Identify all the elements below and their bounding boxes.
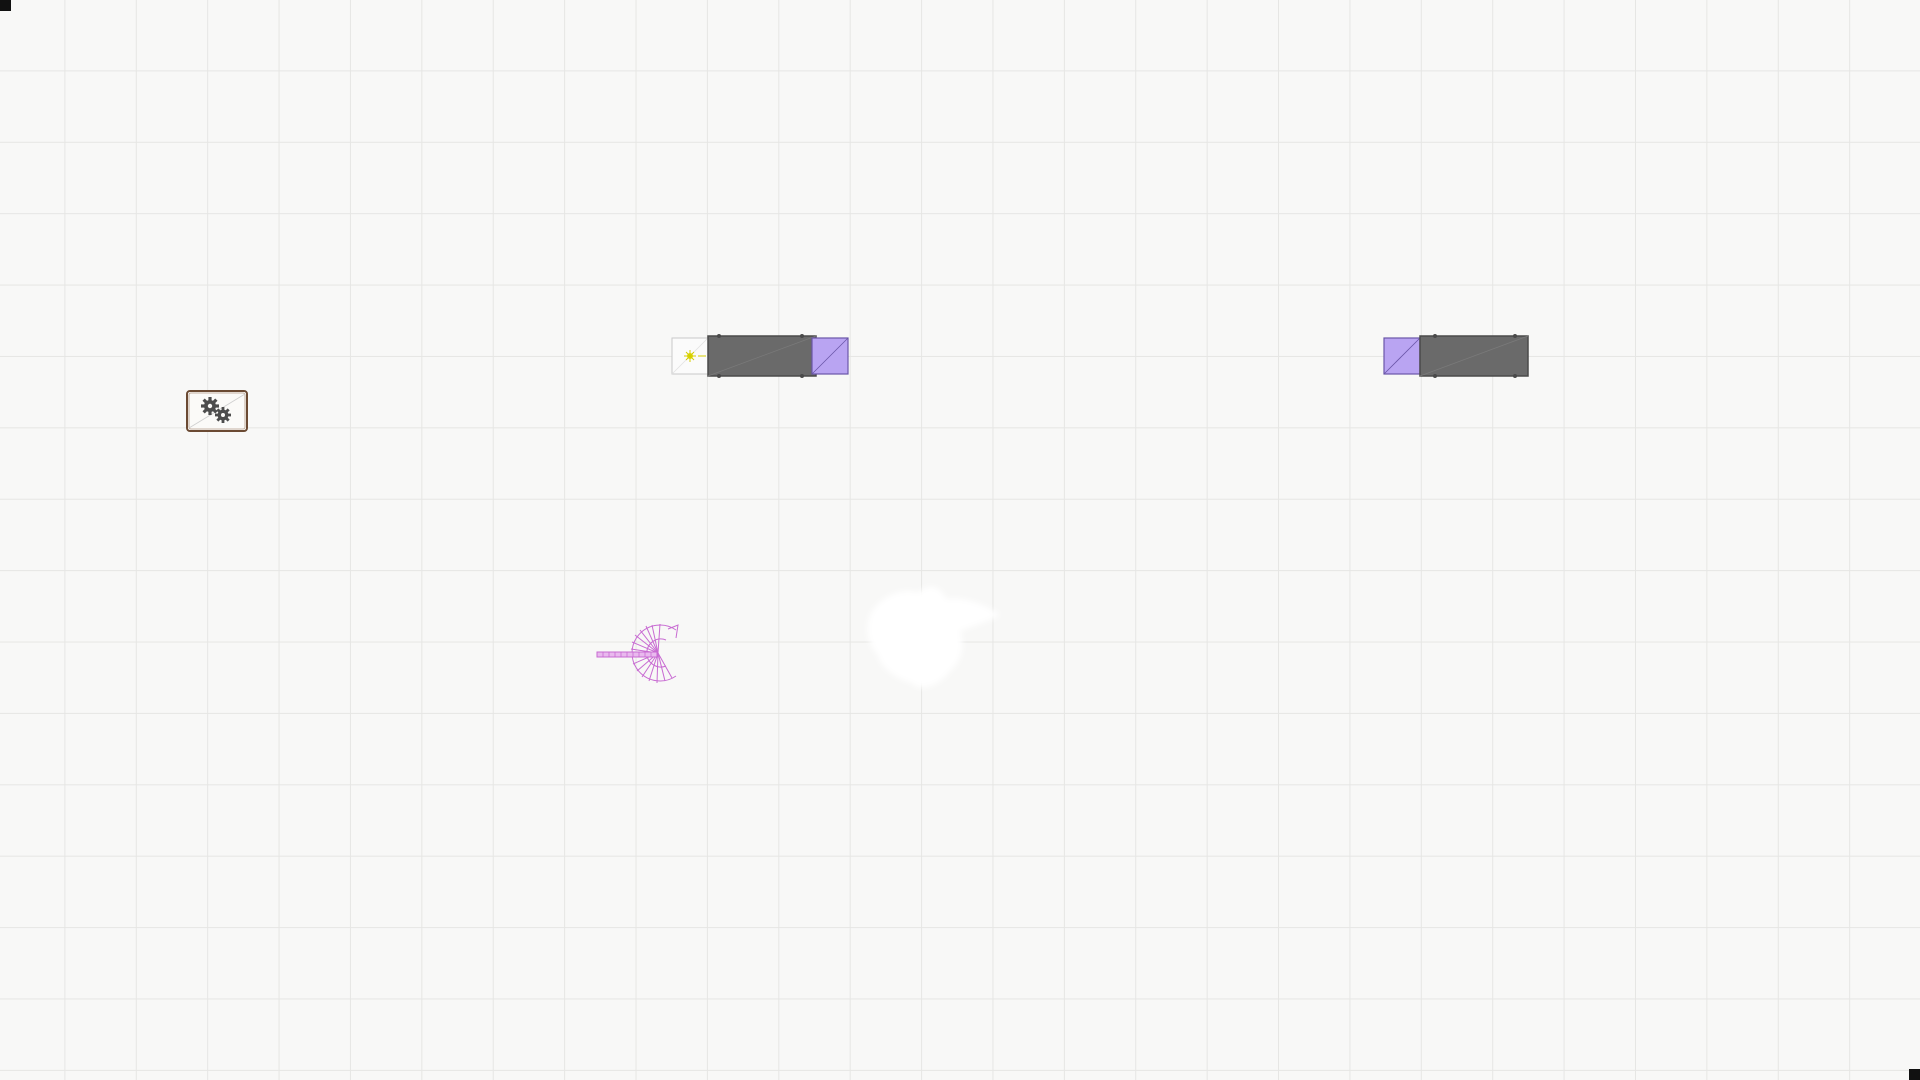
corner-marker-bottom-right (1909, 1069, 1920, 1080)
end-block-icon (1383, 337, 1421, 375)
spiral-staircase[interactable] (594, 622, 680, 689)
corner-marker-top-left (0, 0, 11, 11)
conveyor-with-light-source[interactable] (671, 333, 849, 379)
conveyor-belt-icon (707, 334, 817, 378)
end-block-icon (811, 337, 849, 375)
conveyor-belt-icon (1419, 334, 1529, 378)
conveyor[interactable] (1383, 333, 1531, 379)
blob-shape (867, 586, 1000, 688)
gears-icon (186, 390, 248, 432)
white-blob (850, 575, 1010, 703)
light-source-icon (671, 337, 709, 375)
spiral-staircase-icon (596, 623, 679, 684)
control-panel-component[interactable] (186, 390, 248, 432)
